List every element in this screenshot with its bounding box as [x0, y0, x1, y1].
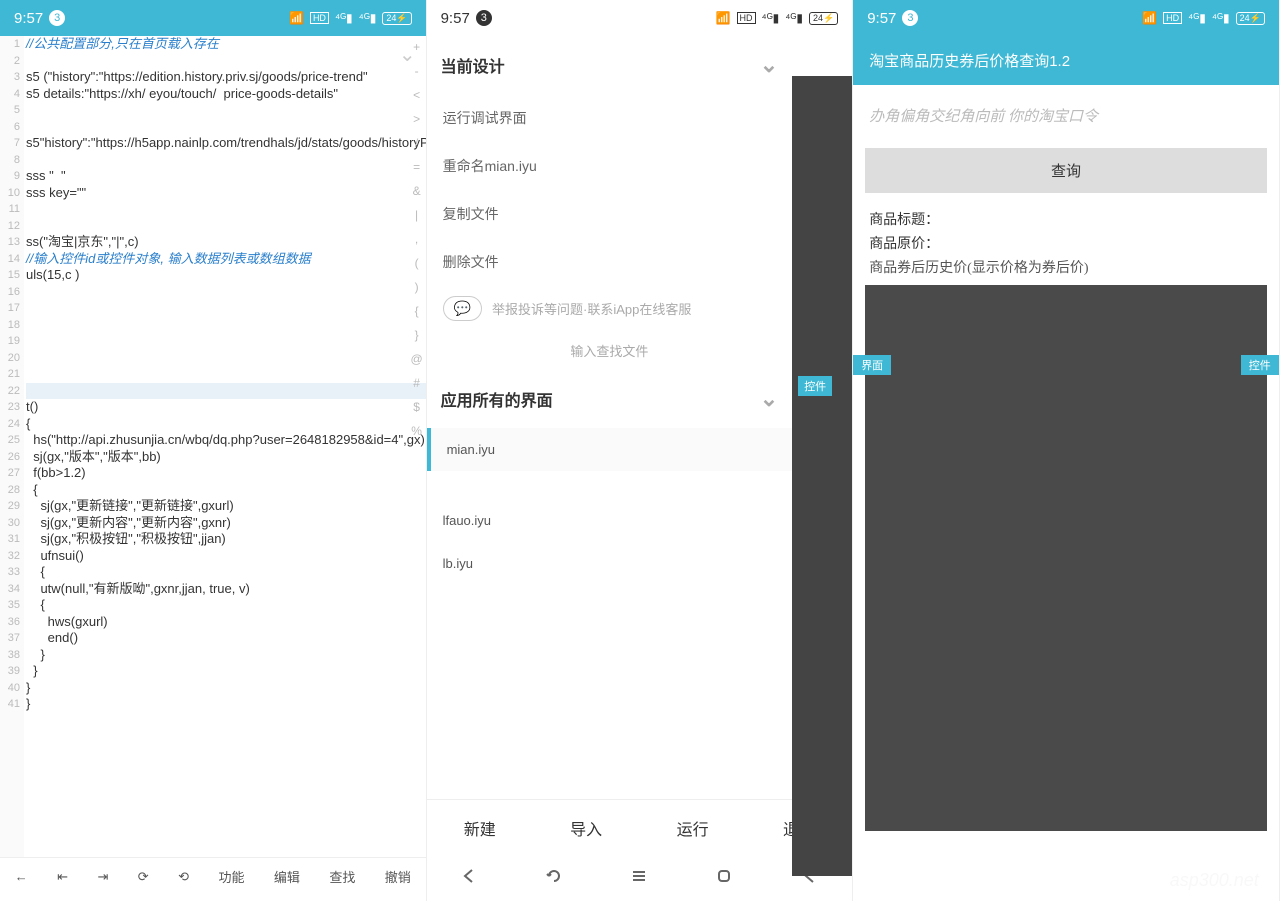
menu-item[interactable]: 复制文件: [427, 190, 793, 238]
symbol-strip[interactable]: + - < > / = & |, () {} @ # $%: [410, 40, 424, 438]
chevron-down-icon: ⌄: [760, 386, 778, 412]
notif-badge: 3: [476, 10, 492, 26]
sym-)[interactable]: ): [415, 280, 419, 294]
code-editor[interactable]: 1234567891011121314151617181920212223242…: [0, 36, 426, 857]
watermark: asp300.net: [1170, 870, 1259, 891]
status-icons: 📶 HD ⁴ᴳ▮ ⁴ᴳ▮ 24⚡: [289, 11, 412, 25]
signal2-icon: ⁴ᴳ▮: [1212, 11, 1230, 25]
status-bar: 9:57 3 📶 HD ⁴ᴳ▮ ⁴ᴳ▮ 24⚡: [853, 0, 1279, 36]
signal-icon: ⁴ᴳ▮: [335, 11, 353, 25]
clock: 9:57: [14, 10, 43, 27]
sym-&[interactable]: &: [413, 184, 421, 198]
hd-icon: HD: [1163, 12, 1182, 24]
history-chart-area: 界面 控件: [865, 285, 1267, 831]
sym-$[interactable]: $: [413, 400, 420, 414]
hd-icon: HD: [737, 12, 756, 24]
refresh-icon[interactable]: [544, 866, 564, 891]
all-ui-header[interactable]: 应用所有的界面 ⌄: [427, 370, 793, 428]
home-icon[interactable]: [714, 866, 734, 891]
side-tab-widget[interactable]: 控件: [1241, 355, 1279, 375]
signal-icon: ⁴ᴳ▮: [1188, 11, 1206, 25]
tool-功能[interactable]: 功能: [218, 867, 244, 886]
tool-←[interactable]: ←: [15, 869, 28, 884]
file-item[interactable]: mian.iyu: [427, 428, 793, 471]
product-title-label: 商品标题：: [865, 207, 1267, 231]
query-button[interactable]: 查询: [865, 148, 1267, 193]
tool-⟲[interactable]: ⟲: [178, 869, 189, 885]
signal2-icon: ⁴ᴳ▮: [359, 11, 377, 25]
report-row[interactable]: 💬 举报投诉等问题·联系iApp在线客服: [427, 286, 793, 331]
clock: 9:57: [867, 10, 896, 27]
history-price-label: 商品券后历史价(显示价格为券后价): [865, 255, 1267, 279]
sym-,[interactable]: ,: [415, 232, 418, 246]
tool-查找[interactable]: 查找: [329, 867, 355, 886]
status-bar: 9:57 3 📶 HD ⁴ᴳ▮ ⁴ᴳ▮ 24⚡: [427, 0, 853, 36]
file-item[interactable]: [427, 471, 793, 499]
menu-item[interactable]: 运行调试界面: [427, 94, 793, 142]
side-tag-widget[interactable]: 控件: [798, 376, 832, 396]
signal2-icon: ⁴ᴳ▮: [785, 11, 803, 25]
wifi-icon: 📶: [716, 11, 731, 25]
sym-/[interactable]: /: [415, 136, 418, 150]
battery-icon: 24⚡: [809, 12, 838, 25]
status-bar: 9:57 3 📶 HD ⁴ᴳ▮ ⁴ᴳ▮ 24⚡: [0, 0, 426, 36]
app-title: 淘宝商品历史券后价格查询1.2: [853, 36, 1279, 85]
signal-icon: ⁴ᴳ▮: [762, 11, 780, 25]
nav-bar: [427, 855, 853, 901]
chat-icon: 💬: [443, 296, 482, 321]
app-preview-phone: 9:57 3 📶 HD ⁴ᴳ▮ ⁴ᴳ▮ 24⚡ 淘宝商品历史券后价格查询1.2 办…: [853, 0, 1280, 901]
sym-([interactable]: (: [415, 256, 419, 270]
current-design-header[interactable]: 当前设计 ⌄: [427, 36, 793, 94]
sym-%[interactable]: %: [411, 424, 422, 438]
menu-item[interactable]: 重命名mian.iyu: [427, 142, 793, 190]
action-导入[interactable]: 导入: [570, 816, 602, 840]
search-files[interactable]: 输入查找文件: [427, 331, 793, 370]
tool-撤销[interactable]: 撤销: [385, 867, 411, 886]
menu-item[interactable]: 删除文件: [427, 238, 793, 286]
battery-icon: 24⚡: [1236, 12, 1265, 25]
notif-badge: 3: [902, 10, 918, 26]
tool-⇤[interactable]: ⇤: [57, 869, 68, 885]
tool-⟳[interactable]: ⟳: [138, 869, 149, 885]
tool-编辑[interactable]: 编辑: [274, 867, 300, 886]
hd-icon: HD: [310, 12, 329, 24]
token-input[interactable]: 办角偏角交纪角向前 你的淘宝口令: [865, 97, 1267, 134]
file-item[interactable]: lfauo.iyu: [427, 499, 793, 542]
code-content[interactable]: //公共配置部分,只在首页载入存在s5 ("history":"https://…: [24, 36, 426, 857]
sym-<[interactable]: <: [413, 88, 420, 102]
status-icons: 📶 HD ⁴ᴳ▮ ⁴ᴳ▮ 24⚡: [1142, 11, 1265, 25]
clock: 9:57: [441, 10, 470, 27]
battery-icon: 24⚡: [382, 12, 411, 25]
bottom-actions: 新建导入运行退出: [427, 799, 853, 855]
editor-toolbar: ← ⇤ ⇥ ⟳ ⟲ 功能 编辑 查找 撤销: [0, 857, 426, 895]
file-item[interactable]: lb.iyu: [427, 542, 793, 585]
action-运行[interactable]: 运行: [677, 816, 709, 840]
sym-}[interactable]: }: [415, 328, 419, 342]
sym-+[interactable]: +: [413, 40, 420, 54]
code-editor-phone: 9:573 📶 HD ⁴ᴳ▮ ⁴ᴳ▮ 24⚡ ⌄ 123456789101112…: [0, 0, 427, 901]
status-icons: 📶 HD ⁴ᴳ▮ ⁴ᴳ▮ 24⚡: [716, 11, 839, 25]
sym-#[interactable]: #: [413, 376, 420, 390]
wifi-icon: 📶: [289, 11, 304, 25]
action-新建[interactable]: 新建: [464, 816, 496, 840]
sym-{[interactable]: {: [415, 304, 419, 318]
product-price-label: 商品原价：: [865, 231, 1267, 255]
tool-⇥[interactable]: ⇥: [97, 869, 108, 885]
wifi-icon: 📶: [1142, 11, 1157, 25]
sym--[interactable]: -: [415, 64, 419, 78]
chevron-down-icon: ⌄: [760, 52, 778, 78]
back-icon[interactable]: [459, 866, 479, 891]
menu-icon[interactable]: [629, 866, 649, 891]
sym-@[interactable]: @: [411, 352, 423, 366]
side-tab-ui[interactable]: 界面: [853, 355, 891, 375]
notif-badge: 3: [49, 10, 65, 26]
menu-phone: 9:57 3 📶 HD ⁴ᴳ▮ ⁴ᴳ▮ 24⚡ 控件 当前设计 ⌄ 运行调试界面重…: [427, 0, 854, 901]
sym-|[interactable]: |: [415, 208, 418, 222]
sym->[interactable]: >: [413, 112, 420, 126]
line-gutter: 1234567891011121314151617181920212223242…: [0, 36, 24, 857]
sym-=[interactable]: =: [413, 160, 420, 174]
dark-side-panel: 控件: [792, 76, 852, 876]
